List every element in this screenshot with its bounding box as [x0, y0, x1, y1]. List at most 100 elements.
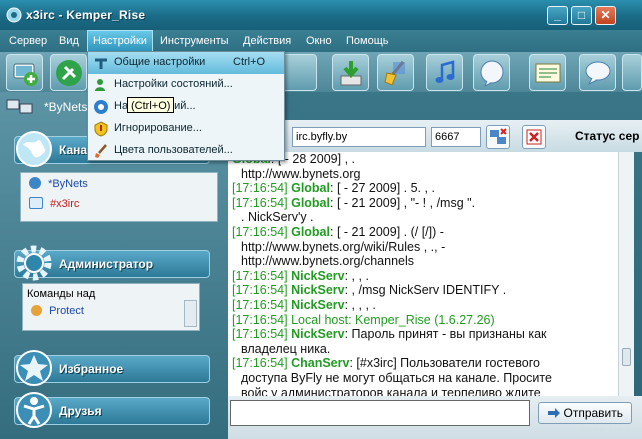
chat-text: : Пароль принят - вы признаны как	[344, 327, 547, 342]
message-input[interactable]	[230, 400, 530, 426]
chat-text: войс у администраторов канала и терпелив…	[241, 385, 541, 397]
chat-text: http://www.bynets.org	[241, 166, 361, 181]
disconnect-button[interactable]	[522, 125, 546, 149]
wrench-icon	[95, 58, 107, 69]
chat-line: [17:16:54] NickServ: , , , .	[228, 298, 618, 313]
commands-label: Команды над	[27, 288, 96, 300]
chat-line: http://www.bynets.org/channels	[228, 254, 618, 269]
friends-heading: Друзья	[59, 404, 102, 418]
scroll-thumb[interactable]	[622, 348, 631, 366]
menu-item-user-colors[interactable]: Цвета пользователей...	[88, 140, 284, 162]
menu-bar: Сервер Вид Настройки Инструменты Действи…	[0, 30, 642, 52]
shield-icon	[94, 121, 108, 137]
chat-nick[interactable]: NickServ	[291, 327, 345, 341]
menu-window[interactable]: Окно	[301, 30, 337, 52]
connect-network-button[interactable]	[486, 125, 510, 149]
download-button[interactable]	[332, 54, 369, 91]
chat-nick[interactable]: NickServ	[291, 269, 345, 283]
sticky-note-button[interactable]	[529, 54, 566, 91]
chat-line: http://www.bynets.org/wiki/Rules , ., -	[228, 240, 618, 255]
chat-text: : [ - 21 2009] . (/ [/]) -	[330, 224, 444, 239]
menu-item-label: Настройки состояний...	[114, 78, 233, 90]
tools-button[interactable]	[50, 54, 87, 91]
close-button[interactable]: ✕	[595, 6, 616, 25]
add-server-icon	[13, 63, 38, 86]
chat-text: : [ - 21 2009] , "- ! , /msg ".	[330, 195, 476, 210]
network-icon	[6, 99, 33, 114]
channel-item-label: #x3irc	[50, 198, 80, 210]
chat-text: : , , .	[344, 268, 369, 283]
chat-line: войс у администраторов канала и терпелив…	[228, 386, 618, 397]
chat-nick[interactable]: Global	[291, 196, 330, 210]
status-label: Статус сер	[575, 129, 640, 143]
port-field[interactable]: 6667	[431, 127, 481, 147]
brush-icon	[95, 144, 107, 158]
server-tab-label: *ByNets	[44, 100, 88, 114]
clear-button[interactable]	[377, 54, 414, 91]
chat-log[interactable]: Global: [ - 28 2009] , .http://www.bynet…	[228, 152, 618, 396]
menu-item-state-settings[interactable]: Настройки состояний...	[88, 74, 284, 96]
app-icon	[6, 7, 22, 23]
friends-header[interactable]: Друзья	[14, 392, 210, 428]
chat-text: : [#x3irc] Пользователи гостевого	[349, 356, 540, 371]
minimize-button[interactable]: _	[547, 6, 568, 25]
admin-heading: Администратор	[59, 257, 154, 271]
menu-actions[interactable]: Действия	[238, 30, 296, 52]
menu-item-actions-settings[interactable]: На…действий...	[88, 96, 284, 118]
chat-scrollbar[interactable]	[618, 152, 634, 396]
command-item-protect[interactable]: Protect	[31, 305, 84, 317]
send-button[interactable]: Отправить	[538, 402, 632, 424]
window-title: x3irc - Kemper_Rise	[26, 8, 146, 22]
connect-button[interactable]	[6, 54, 43, 91]
menu-tools[interactable]: Инструменты	[155, 30, 234, 52]
message-button[interactable]	[473, 54, 510, 91]
toolbar-button-blank[interactable]	[280, 54, 317, 91]
menu-item-ignore[interactable]: Игнорирование...	[88, 118, 284, 140]
menu-view[interactable]: Вид	[54, 30, 84, 52]
star-icon	[16, 350, 52, 386]
chat-timestamp: [17:16:54]	[232, 297, 288, 312]
chat-button[interactable]	[579, 54, 616, 91]
channel-item[interactable]: #x3irc	[29, 197, 79, 210]
menu-item-label: Общие настройки	[114, 56, 206, 68]
chat-line: Global: [ - 28 2009] , .	[228, 152, 618, 167]
maximize-button[interactable]: □	[571, 6, 592, 25]
commands-scroll[interactable]	[184, 300, 197, 327]
chat-timestamp: [17:16:54]	[232, 195, 288, 210]
chat-lines: Global: [ - 28 2009] , .http://www.bynet…	[228, 152, 618, 396]
globe-small-icon	[29, 177, 41, 189]
chat-nick[interactable]: Global	[291, 181, 330, 195]
note-icon	[535, 63, 561, 83]
admin-header[interactable]: Администратор	[14, 245, 210, 281]
favorites-header[interactable]: Избранное	[14, 350, 210, 386]
admin-commands-box: Команды над Protect	[22, 283, 200, 331]
menu-item-general-settings[interactable]: Общие настройки Ctrl+O	[88, 52, 284, 74]
menu-help[interactable]: Помощь	[341, 30, 394, 52]
menu-settings[interactable]: Настройки	[87, 30, 153, 52]
host-field[interactable]: irc.byfly.by	[292, 127, 426, 147]
chat-text: http://www.bynets.org/channels	[241, 254, 415, 269]
chat-timestamp: [17:16:54]	[232, 356, 288, 371]
chat-line: . NickServ'у .	[228, 210, 618, 225]
chat-text: http://www.bynets.org/wiki/Rules , ., -	[241, 239, 446, 254]
title-bar[interactable]: x3irc - Kemper_Rise _ □ ✕	[0, 0, 642, 30]
channels-list: *ByNets #x3irc	[20, 172, 218, 222]
favorites-heading: Избранное	[59, 362, 124, 376]
speech-bubble-icon	[585, 61, 611, 86]
chat-text: : [ - 27 2009] . 5. , .	[330, 181, 435, 196]
chat-nick[interactable]: ChanServ	[291, 356, 349, 370]
channel-item-label: *ByNets	[48, 178, 88, 190]
chat-nick[interactable]: NickServ	[291, 283, 345, 297]
menu-server[interactable]: Сервер	[4, 30, 52, 52]
chat-line: http://www.bynets.org	[228, 167, 618, 182]
chat-nick[interactable]: Global	[291, 225, 330, 239]
chat-line: [17:16:54] NickServ: Пароль принят - вы …	[228, 327, 618, 342]
chat-text: владелец ника.	[241, 341, 331, 356]
channel-item[interactable]: *ByNets	[29, 177, 88, 190]
chat-line: доступа ByFly не могут общаться на канал…	[228, 371, 618, 386]
chat-nick[interactable]: NickServ	[291, 298, 345, 312]
music-button[interactable]	[426, 54, 463, 91]
toolbar-button-more[interactable]	[622, 54, 642, 91]
settings-dropdown: Общие настройки Ctrl+O Настройки состоян…	[87, 51, 285, 161]
chat-bubble-icon	[480, 60, 504, 88]
